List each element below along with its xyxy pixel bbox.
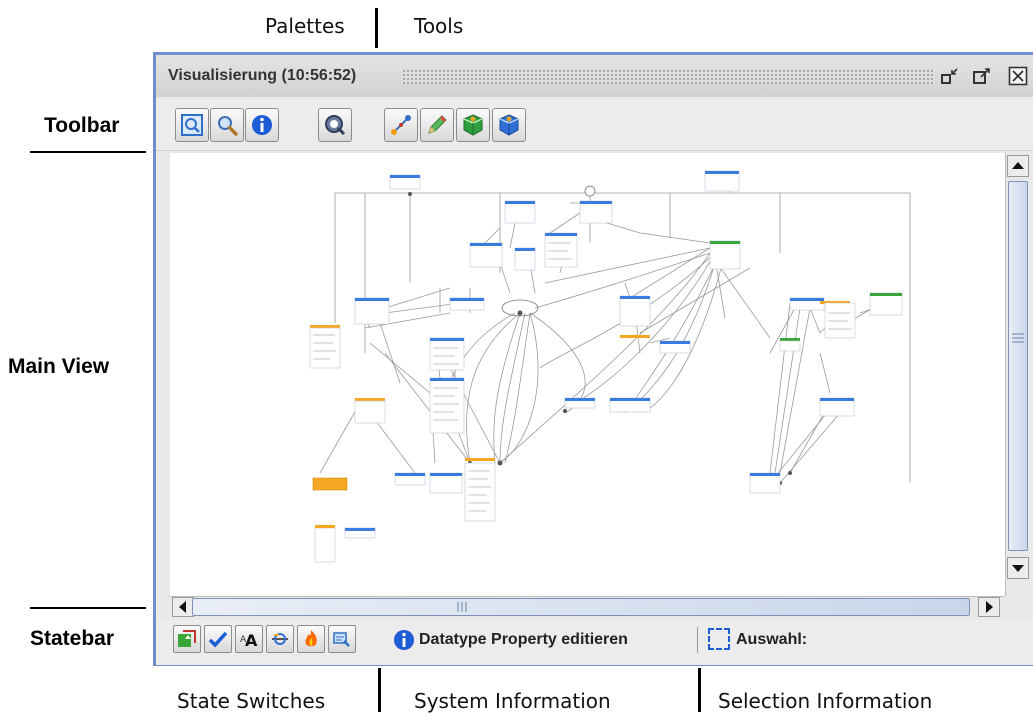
link-toggle-button[interactable]: [266, 625, 294, 653]
selection-information-annotation: Selection Information: [718, 689, 933, 713]
connect-button[interactable]: [384, 108, 418, 142]
search-layout-button[interactable]: [318, 108, 352, 142]
statebar-annotation: Statebar: [30, 627, 115, 650]
vertical-scrollbar[interactable]: [1005, 153, 1030, 596]
scroll-up-button[interactable]: [1007, 155, 1029, 177]
overview-button[interactable]: [175, 108, 209, 142]
blue-class-button[interactable]: [492, 108, 526, 142]
filter-icon: [333, 632, 350, 647]
filter-button[interactable]: [328, 625, 356, 653]
toolbar-annotation-line: [30, 151, 146, 153]
vertical-scroll-thumb[interactable]: [1008, 181, 1028, 551]
green-cube-icon: [463, 114, 483, 136]
green-class-button[interactable]: [456, 108, 490, 142]
search-layout-icon: [325, 115, 346, 136]
scroll-right-button[interactable]: [978, 597, 1000, 617]
validate-button[interactable]: [204, 625, 232, 653]
info-button[interactable]: [245, 108, 279, 142]
main-view-annotation: Main View: [8, 355, 110, 378]
check-icon: [208, 631, 228, 648]
title-bar[interactable]: Visualisierung (10:56:52): [156, 55, 1033, 97]
horizontal-scroll-thumb[interactable]: [192, 598, 970, 616]
info-icon: [394, 630, 414, 650]
toolbar: [156, 99, 1033, 151]
scroll-down-button[interactable]: [1007, 557, 1029, 579]
palettes-tools-divider: [375, 8, 378, 48]
minimize-icon[interactable]: [940, 66, 960, 86]
fire-toggle-button[interactable]: [297, 625, 325, 653]
overview-icon: [181, 114, 203, 136]
zoom-button[interactable]: [210, 108, 244, 142]
link-icon: [272, 633, 288, 645]
state-switches-annotation: State Switches: [177, 689, 326, 713]
tools-annotation: Tools: [414, 14, 464, 38]
statebar-annotation-line: [30, 607, 146, 609]
zoom-icon: [218, 116, 238, 136]
system-selection-divider: [698, 668, 701, 712]
connect-icon: [391, 115, 411, 135]
selection-information-label: Auswahl:: [736, 631, 808, 648]
visualization-window: Visualisierung (10:56:52) A A Datatype P…: [153, 52, 1033, 666]
statebar: A A Datatype Property editieren Auswahl:: [156, 620, 1033, 665]
horizontal-scrollbar[interactable]: [170, 596, 1005, 618]
state-system-divider: [378, 668, 381, 712]
font-toggle-button[interactable]: A A: [235, 625, 263, 653]
refresh-button[interactable]: [173, 625, 201, 653]
close-icon[interactable]: [1008, 66, 1028, 86]
edit-button[interactable]: [420, 108, 454, 142]
main-view-canvas[interactable]: [170, 153, 1005, 596]
svg-text:A: A: [245, 631, 258, 649]
toolbar-annotation: Toolbar: [44, 114, 120, 137]
palettes-annotation: Palettes: [265, 14, 345, 38]
window-title: Visualisierung (10:56:52): [168, 67, 357, 84]
edit-pencil-icon: [428, 115, 447, 134]
fire-icon: [305, 630, 317, 647]
system-information-annotation: System Information: [414, 689, 611, 713]
statebar-divider: [697, 627, 698, 653]
scroll-left-button[interactable]: [172, 597, 194, 617]
font-icon: A A: [240, 631, 258, 649]
refresh-icon: [178, 630, 196, 647]
title-bar-grip: [402, 69, 935, 84]
system-information-text: Datatype Property editieren: [419, 631, 628, 648]
ontology-graph[interactable]: [170, 153, 1005, 596]
info-icon: [252, 115, 272, 135]
blue-cube-icon: [499, 114, 519, 136]
selection-icon: [708, 628, 730, 650]
maximize-icon[interactable]: [972, 66, 992, 86]
